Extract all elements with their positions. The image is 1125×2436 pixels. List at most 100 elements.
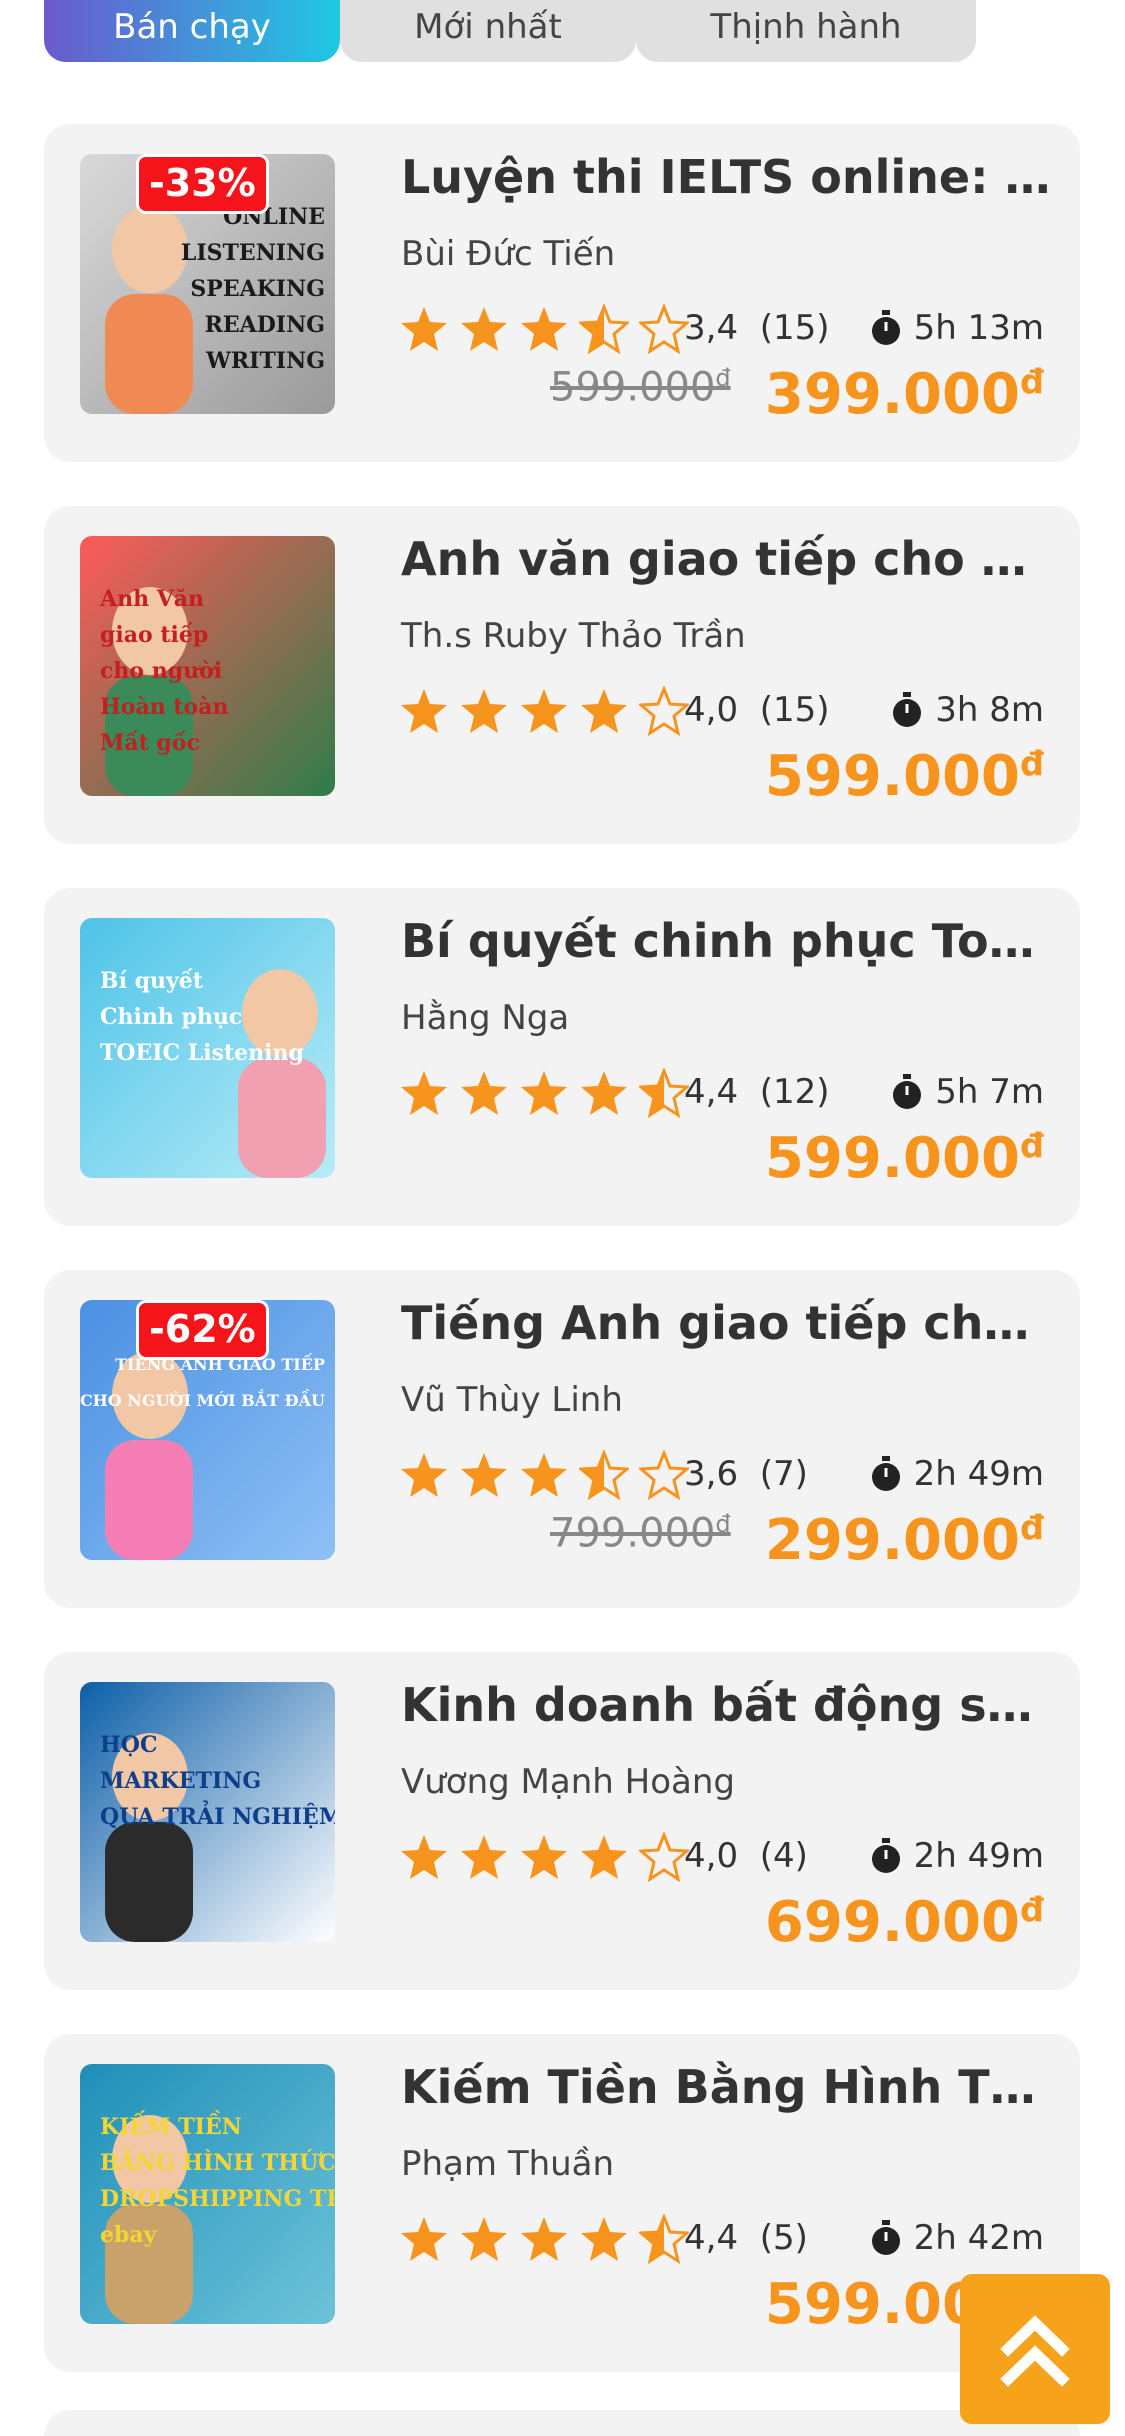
review-count: (12): [759, 1072, 830, 1112]
stopwatch-icon: [870, 1456, 902, 1492]
rating-score: 3,4: [684, 308, 739, 348]
sale-price-value: 399.000: [764, 362, 1020, 427]
sale-price: 599.000đ: [765, 744, 1044, 809]
sale-price: 299.000đ: [765, 1508, 1044, 1573]
course-title[interactable]: Kiếm Tiền Bằng Hình Thứ...: [401, 2060, 1051, 2114]
course-card[interactable]: TIẾNG ANH GIAO TIẾP CHO NGƯỜI MỚI BẮT ĐẦU…: [44, 1270, 1080, 1608]
svg-text:HỌC: HỌC: [100, 1732, 157, 1758]
course-thumbnail[interactable]: Bí quyết Chinh phục TOEIC Listening: [80, 918, 335, 1178]
course-duration: 5h 13m: [870, 308, 1044, 348]
course-thumbnail[interactable]: KIẾM TIỀN BẰNG HÌNH THỨC DROPSHIPPING TRÊN…: [80, 2064, 335, 2324]
tab-newest[interactable]: Mới nhất: [340, 0, 636, 62]
stopwatch-icon: [870, 310, 902, 346]
star-icon: [399, 686, 459, 736]
course-duration: 3h 8m: [891, 690, 1044, 730]
sale-price-value: 699.000: [764, 1890, 1020, 1955]
star-icon: [519, 1832, 579, 1882]
rating-value: 3,4 (15): [684, 308, 830, 348]
svg-text:Anh Văn: Anh Văn: [99, 586, 204, 612]
course-duration: 2h 49m: [870, 1836, 1044, 1876]
course-duration: 2h 49m: [870, 1454, 1044, 1494]
double-chevron-up-icon: [1000, 2315, 1070, 2387]
discount-badge: -62%: [136, 1300, 269, 1360]
course-author: Hằng Nga: [401, 998, 570, 1038]
star-icon: [459, 1832, 519, 1882]
svg-text:Hoàn toàn: Hoàn toàn: [100, 694, 228, 720]
svg-text:Mất gốc: Mất gốc: [100, 730, 200, 756]
rating-stars: [399, 1832, 699, 1882]
sale-price: 699.000đ: [765, 1890, 1044, 1955]
course-card[interactable]: HỌC MARKETING QUA TRẢI NGHIỆM Kinh doanh b…: [44, 1652, 1080, 1990]
rating-value: 3,6 (7): [684, 1454, 808, 1494]
rating-stars: [399, 304, 699, 354]
currency-symbol: đ: [1019, 362, 1044, 402]
course-author: Th.s Ruby Thảo Trần: [401, 616, 746, 656]
review-count: (5): [759, 2218, 808, 2258]
rating-score: 4,0: [684, 1836, 739, 1876]
course-duration: 5h 7m: [891, 1072, 1044, 1112]
star-icon: [579, 304, 639, 354]
tab-trending[interactable]: Thịnh hành: [636, 0, 976, 62]
original-price-value: 799.000: [550, 1510, 716, 1557]
star-icon: [459, 1068, 519, 1118]
stopwatch-icon: [891, 692, 923, 728]
review-count: (7): [759, 1454, 808, 1494]
star-icon: [459, 2214, 519, 2264]
svg-text:WRITING: WRITING: [205, 348, 325, 374]
svg-text:KIẾM TIỀN: KIẾM TIỀN: [100, 2110, 242, 2140]
star-icon: [519, 686, 579, 736]
star-icon: [399, 1450, 459, 1500]
star-icon: [459, 304, 519, 354]
course-card[interactable]: Anh Văn giao tiếp cho người Hoàn toàn Mất gố…: [44, 506, 1080, 844]
duration-text: 2h 49m: [913, 1454, 1044, 1494]
course-card[interactable]: Bí quyết Chinh phục TOEIC Listening Bí quy…: [44, 888, 1080, 1226]
rating-stars: [399, 2214, 699, 2264]
course-title[interactable]: Anh văn giao tiếp cho ng...: [401, 532, 1051, 586]
tab-best-selling[interactable]: Bán chạy: [44, 0, 340, 62]
sale-price-value: 599.000: [764, 744, 1020, 809]
next-course-card[interactable]: [44, 2410, 1080, 2436]
star-icon: [579, 2214, 639, 2264]
currency-symbol: đ: [715, 364, 731, 392]
original-price: 599.000đ: [550, 364, 731, 410]
course-author: Vũ Thùy Linh: [401, 1380, 623, 1420]
course-author: Vương Mạnh Hoàng: [401, 1762, 735, 1802]
course-title[interactable]: Kinh doanh bất động sản ...: [401, 1678, 1051, 1732]
star-icon: [519, 2214, 579, 2264]
review-count: (4): [759, 1836, 808, 1876]
discount-badge: -33%: [136, 154, 269, 214]
course-thumbnail[interactable]: Anh Văn giao tiếp cho người Hoàn toàn Mất gố…: [80, 536, 335, 796]
svg-text:TOEIC Listening: TOEIC Listening: [100, 1040, 304, 1066]
currency-symbol: đ: [1019, 1126, 1044, 1166]
original-price-value: 599.000: [550, 364, 716, 411]
rating-value: 4,4 (12): [684, 1072, 830, 1112]
course-list: ONLINE LISTENING SPEAKING READING WRITING -3…: [44, 124, 1080, 2416]
star-icon: [519, 1450, 579, 1500]
svg-text:MARKETING: MARKETING: [100, 1768, 261, 1794]
rating-value: 4,0 (4): [684, 1836, 808, 1876]
star-icon: [519, 1068, 579, 1118]
star-icon: [399, 2214, 459, 2264]
svg-text:ebay: ebay: [100, 2222, 158, 2248]
course-card[interactable]: ONLINE LISTENING SPEAKING READING WRITING -3…: [44, 124, 1080, 462]
course-author: Bùi Đức Tiến: [401, 234, 616, 274]
review-count: (15): [759, 690, 830, 730]
duration-text: 5h 13m: [913, 308, 1044, 348]
duration-text: 2h 42m: [913, 2218, 1044, 2258]
duration-text: 5h 7m: [935, 1072, 1044, 1112]
star-icon: [459, 1450, 519, 1500]
original-price: 799.000đ: [550, 1510, 731, 1556]
course-title[interactable]: Bí quyết chinh phục Toeic...: [401, 914, 1051, 968]
duration-text: 2h 49m: [913, 1836, 1044, 1876]
course-duration: 2h 42m: [870, 2218, 1044, 2258]
svg-text:Chinh phục: Chinh phục: [100, 1004, 242, 1030]
rating-score: 4,4: [684, 1072, 739, 1112]
scroll-to-top-button[interactable]: [960, 2274, 1110, 2424]
course-title[interactable]: Luyện thi IELTS online: lis...: [401, 150, 1051, 204]
course-author: Phạm Thuần: [401, 2144, 615, 2184]
course-card[interactable]: KIẾM TIỀN BẰNG HÌNH THỨC DROPSHIPPING TRÊN…: [44, 2034, 1080, 2372]
course-title[interactable]: Tiếng Anh giao tiếp cho n...: [401, 1296, 1051, 1350]
currency-symbol: đ: [1019, 1508, 1044, 1548]
currency-symbol: đ: [715, 1510, 731, 1538]
course-thumbnail[interactable]: HỌC MARKETING QUA TRẢI NGHIỆM: [80, 1682, 335, 1942]
